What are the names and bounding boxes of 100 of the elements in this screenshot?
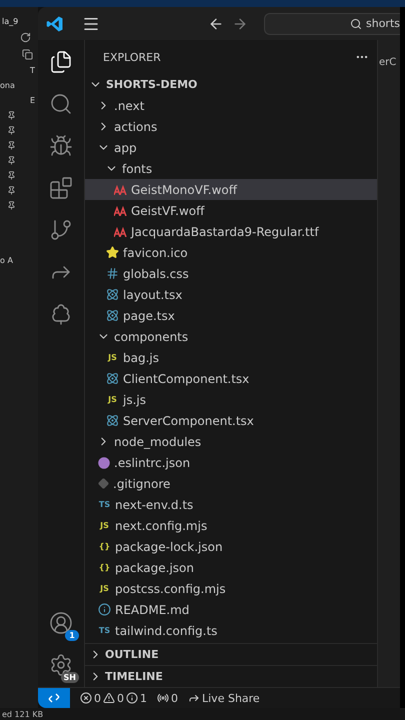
remote-button[interactable]: [38, 688, 70, 708]
tab-title[interactable]: la_9: [0, 17, 18, 26]
forward-icon[interactable]: [232, 16, 248, 32]
folder-row[interactable]: .next: [85, 95, 377, 116]
app-logo-icon[interactable]: [46, 14, 64, 32]
share-icon: [188, 692, 200, 704]
copy-icon[interactable]: [22, 49, 33, 60]
file-row[interactable]: favicon.ico: [85, 242, 377, 263]
js-file-icon: JS: [98, 521, 111, 530]
file-row[interactable]: layout.tsx: [85, 284, 377, 305]
file-row[interactable]: GeistVF.woff: [85, 200, 377, 221]
folder-row[interactable]: node_modules: [85, 431, 377, 452]
notification-badge: 1: [65, 630, 79, 641]
atom-icon: [106, 309, 119, 322]
file-name: next-env.d.ts: [115, 498, 194, 512]
file-name: postcss.config.mjs: [115, 582, 226, 596]
file-row[interactable]: .gitignore: [85, 473, 377, 494]
font-icon: [114, 184, 127, 194]
atom-icon: [106, 372, 119, 385]
error-icon: [80, 692, 92, 704]
folder-name: components: [114, 330, 188, 344]
tree-label: T: [30, 66, 35, 75]
file-row[interactable]: README.md: [85, 599, 377, 620]
project-header[interactable]: SHORTS-DEMO: [85, 74, 377, 95]
atom-icon: [106, 288, 119, 301]
pin-icon[interactable]: [7, 171, 16, 180]
folder-name: .next: [114, 98, 144, 112]
folder-row[interactable]: components: [85, 326, 377, 347]
profile-badge: SH: [60, 672, 79, 683]
pin-icon[interactable]: [7, 111, 16, 120]
file-row[interactable]: GeistMonoVF.woff: [85, 179, 377, 200]
js-file-icon: JS: [106, 395, 119, 404]
pin-icon[interactable]: [7, 141, 16, 150]
folder-row[interactable]: fonts: [85, 158, 377, 179]
info-count: 1: [140, 692, 147, 704]
folder-row[interactable]: actions: [85, 116, 377, 137]
file-name: .gitignore: [113, 476, 170, 490]
file-row[interactable]: JS js.js: [85, 389, 377, 410]
js-file-icon: JS: [98, 584, 111, 593]
ports-status[interactable]: 0: [157, 692, 178, 704]
ts-file-icon: TS: [98, 626, 111, 635]
pin-icon[interactable]: [7, 156, 16, 165]
file-name: package.json: [115, 560, 194, 574]
circle-icon: [98, 456, 110, 468]
pin-icon[interactable]: [7, 126, 16, 135]
section-title: OUTLINE: [105, 648, 159, 661]
file-row[interactable]: TS tailwind.config.ts: [85, 620, 377, 641]
pin-icon[interactable]: [7, 201, 16, 210]
back-icon[interactable]: [208, 16, 224, 32]
file-row[interactable]: {} package-lock.json: [85, 536, 377, 557]
json-file-icon: {}: [98, 542, 111, 551]
live-share-button[interactable]: Live Share: [188, 692, 260, 704]
ports-icon: [157, 692, 169, 704]
project-name: SHORTS-DEMO: [106, 78, 198, 91]
warning-icon: [103, 692, 115, 704]
atom-icon: [106, 414, 119, 427]
problems-status[interactable]: 0 0 1: [80, 692, 147, 704]
file-row[interactable]: globals.css: [85, 263, 377, 284]
file-name: js.js: [123, 392, 146, 406]
live-share-label: Live Share: [202, 692, 260, 704]
file-row[interactable]: JS next.config.mjs: [85, 515, 377, 536]
tree-label: E: [30, 96, 36, 105]
file-row[interactable]: TS next-env.d.ts: [85, 494, 377, 515]
explorer-title: EXPLORER: [103, 50, 161, 64]
file-name: globals.css: [123, 266, 189, 280]
panel-section[interactable]: OUTLINE: [85, 643, 377, 665]
folder-name: node_modules: [114, 434, 202, 448]
font-icon: [114, 206, 127, 216]
file-row[interactable]: ClientComponent.tsx: [85, 368, 377, 389]
file-name: GeistVF.woff: [131, 204, 204, 218]
star-icon: [106, 246, 119, 259]
pin-icon[interactable]: [7, 186, 16, 195]
file-row[interactable]: page.tsx: [85, 305, 377, 326]
file-row[interactable]: .eslintrc.json: [85, 452, 377, 473]
file-row[interactable]: JacquardaBastarda9-Regular.ttf: [85, 221, 377, 242]
file-name: .eslintrc.json: [114, 456, 190, 470]
search-field[interactable]: shorts: [264, 12, 400, 34]
status-text: ed 121 KB: [2, 710, 44, 718]
reload-icon[interactable]: [20, 32, 31, 43]
json-file-icon: {}: [98, 563, 111, 572]
file-name: tailwind.config.ts: [115, 624, 218, 638]
ts-file-icon: TS: [98, 500, 111, 509]
folder-row[interactable]: app: [85, 137, 377, 158]
editor-tab[interactable]: erC: [379, 57, 396, 68]
file-row[interactable]: JS bag.js: [85, 347, 377, 368]
side-label: o A: [0, 256, 13, 265]
file-name: layout.tsx: [123, 288, 182, 302]
file-row[interactable]: JS postcss.config.mjs: [85, 578, 377, 599]
file-row[interactable]: ServerComponent.tsx: [85, 410, 377, 431]
font-icon: [114, 226, 127, 236]
info-icon: [98, 603, 111, 616]
file-name: GeistMonoVF.woff: [131, 182, 238, 196]
info-icon: [126, 692, 138, 704]
diamond-icon: [98, 478, 109, 489]
js-file-icon: JS: [106, 353, 119, 362]
file-name: ServerComponent.tsx: [123, 414, 254, 428]
file-name: JacquardaBastarda9-Regular.ttf: [131, 224, 319, 238]
file-row[interactable]: {} package.json: [85, 557, 377, 578]
folder-name: actions: [114, 120, 158, 134]
file-name: bag.js: [123, 350, 159, 364]
